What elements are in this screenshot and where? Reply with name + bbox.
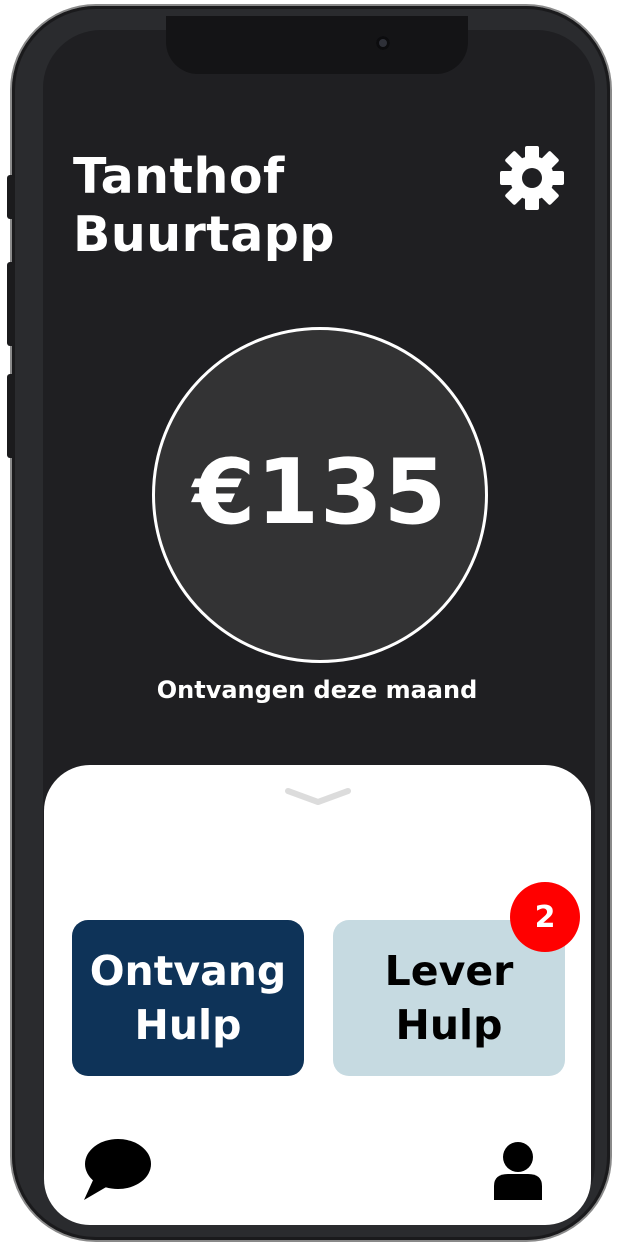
chat-nav-button[interactable] (80, 1136, 154, 1202)
profile-nav-button[interactable] (490, 1140, 546, 1202)
chat-bubble-icon (84, 1139, 151, 1200)
settings-button[interactable] (498, 144, 566, 212)
front-camera (376, 36, 390, 50)
sheet-collapse-handle[interactable] (285, 786, 351, 808)
volume-down-button (7, 374, 15, 458)
balance-caption: Ontvangen deze maand (156, 676, 478, 704)
balance-amount: €135 (192, 439, 448, 545)
notification-badge: 2 (510, 882, 580, 952)
chevron-down-icon (285, 788, 351, 805)
receive-help-line-1: Ontvang (89, 947, 287, 995)
notch (166, 16, 468, 74)
page-title: Tanthof Buurtapp (73, 148, 335, 264)
deliver-help-line-1: Lever (384, 947, 514, 995)
mute-switch (7, 175, 15, 219)
title-line-2: Buurtapp (73, 206, 335, 263)
receive-help-line-2: Hulp (134, 1001, 242, 1049)
deliver-help-line-2: Hulp (395, 1001, 503, 1049)
balance-circle: €135 (152, 327, 488, 663)
user-icon (494, 1142, 542, 1200)
receive-help-button[interactable]: Ontvang Hulp (72, 920, 304, 1076)
volume-up-button (7, 262, 15, 346)
gear-icon (500, 146, 564, 210)
title-line-1: Tanthof (73, 148, 285, 205)
